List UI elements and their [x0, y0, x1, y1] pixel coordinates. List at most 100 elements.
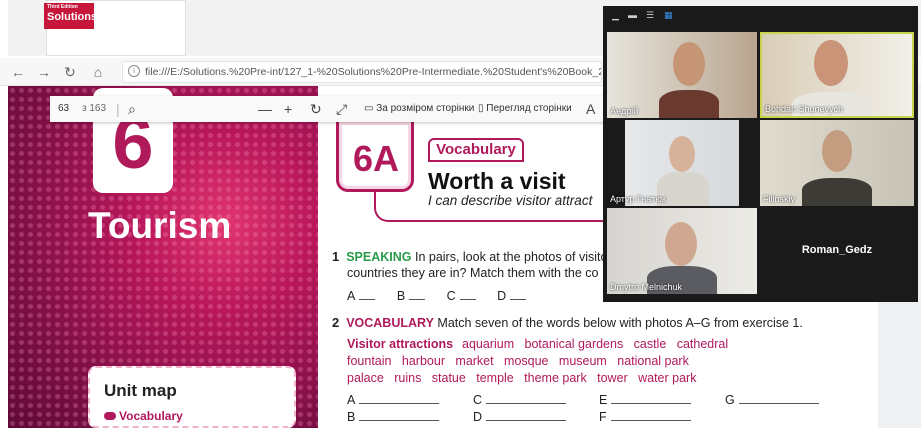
participant-video — [665, 222, 697, 266]
answer-letter: B — [396, 289, 406, 303]
participant-tile[interactable]: Filinskiy — [760, 120, 914, 206]
unit-map-title: Unit map — [104, 381, 177, 400]
answer-g: G — [725, 393, 819, 407]
answer-blank[interactable] — [359, 420, 440, 421]
back-arrow-icon[interactable]: ← — [8, 62, 28, 82]
participant-tile-no-video[interactable]: Roman_Gedz — [760, 208, 914, 294]
participant-name: Артур Гнатюк — [610, 194, 666, 204]
answer-letter: A — [347, 289, 356, 303]
read-aloud-label: A — [586, 101, 596, 117]
lesson-number: 6A — [352, 138, 400, 179]
exercise-2-line: 2 VOCABULARY Match seven of the words be… — [332, 315, 803, 330]
fit-page-icon: ▭ — [364, 103, 374, 114]
page-number-input[interactable]: 63 — [58, 96, 69, 122]
exercise-1-answers: A B C D — [347, 289, 544, 303]
answer-letter: G — [725, 393, 735, 407]
exercise-2-number: 2 — [332, 315, 340, 330]
participant-tile-active[interactable]: Bohdan Shunevych — [760, 32, 914, 118]
answer-letter: C — [446, 289, 456, 303]
answer-blank[interactable] — [486, 403, 567, 404]
lesson-subtitle: I can describe visitor attract — [428, 193, 593, 208]
box-label: Visitor attractions — [347, 337, 454, 351]
answer-blank[interactable] — [359, 299, 376, 300]
fit-page-button[interactable]: ▭ За розміром сторінки — [364, 96, 474, 122]
word-row-1: aquarium botanical gardens castle cathed… — [462, 337, 729, 351]
answer-blank[interactable] — [611, 403, 692, 404]
unit-title: Tourism — [88, 205, 232, 246]
answer-blank[interactable] — [610, 420, 691, 421]
rotate-icon[interactable]: ↻ — [310, 96, 322, 122]
pill-icon — [104, 412, 116, 420]
answer-a: A — [347, 393, 440, 407]
answer-f: F — [599, 410, 691, 424]
answer-e: E — [599, 393, 692, 407]
answer-d: D — [473, 410, 567, 424]
answer-blank[interactable] — [510, 299, 527, 300]
read-aloud-button[interactable]: A — [586, 96, 595, 122]
thumb-edition-text: Third Edition — [47, 4, 78, 10]
toolbar-divider: | — [116, 101, 120, 117]
participant-tile[interactable]: Андрій — [607, 32, 757, 118]
zoom-out-icon[interactable]: — — [258, 96, 272, 122]
answer-letter: B — [347, 410, 356, 424]
exercise-1-line2: countries they are in? Match them with t… — [347, 266, 599, 280]
participant-name: Андрій — [610, 106, 639, 116]
answer-blank[interactable] — [486, 420, 567, 421]
answer-letter: A — [347, 393, 356, 407]
fit-page-label: За розміром сторінки — [376, 103, 475, 114]
info-icon[interactable]: i — [128, 65, 140, 77]
word-row-2: fountain harbour market mosque museum na… — [347, 354, 689, 368]
answer-blank[interactable] — [409, 299, 426, 300]
page-view-icon: ▯ — [478, 103, 484, 114]
unit-map-vocabulary: Vocabulary — [104, 409, 183, 423]
screen: Third Edition Solutions ← → ↻ ⌂ file:///… — [0, 0, 921, 428]
exercise-1-number: 1 — [332, 249, 340, 264]
fullscreen-icon[interactable]: ⤢ — [336, 96, 347, 122]
answer-letter: D — [497, 289, 507, 303]
answer-letter: C — [473, 393, 483, 407]
participant-video — [814, 40, 848, 86]
gallery-view-icon[interactable]: ▦ — [664, 10, 674, 20]
exercise-2-instruction: Match seven of the words below with phot… — [437, 316, 803, 330]
speaking-tag: SPEAKING — [346, 250, 412, 264]
answer-blank[interactable] — [738, 403, 819, 404]
single-view-icon[interactable]: ▬ — [628, 10, 638, 20]
forward-arrow-icon[interactable]: → — [34, 62, 54, 82]
participant-tile[interactable]: Dmytro Melnichuk — [607, 208, 757, 294]
pdf-toolbar: 63 з 163 | ⌕ — + ↻ ⤢ ▭ За розміром сторі… — [50, 96, 610, 122]
home-icon[interactable]: ⌂ — [88, 62, 108, 82]
answer-letter: D — [473, 410, 483, 424]
participant-video — [822, 130, 852, 172]
exercise-1-text1: In pairs, look at the photos of visito — [414, 250, 608, 264]
page-view-button[interactable]: ▯ Перегляд сторінки — [478, 96, 572, 122]
speaker-view-icon[interactable]: ☰ — [646, 10, 656, 20]
url-field[interactable]: file:///E:/Solutions.%20Pre-int/127_1-%2… — [122, 61, 602, 83]
answer-blank[interactable] — [359, 403, 440, 404]
answer-c: C — [473, 393, 567, 407]
participant-video — [802, 178, 872, 206]
participant-name: Bohdan Shunevych — [765, 104, 844, 114]
answer-letter: F — [599, 410, 607, 424]
unit-map-vocab-label: Vocabulary — [119, 409, 183, 423]
participant-name: Filinskiy — [763, 194, 796, 204]
answer-blank[interactable] — [459, 299, 476, 300]
page-view-label: Перегляд сторінки — [486, 103, 572, 114]
answer-letter: E — [599, 393, 608, 407]
search-icon[interactable]: ⌕ — [128, 96, 136, 122]
solutions-logo: Third Edition Solutions — [44, 3, 98, 29]
word-row-3: palace ruins statue temple theme park to… — [347, 371, 697, 385]
minimize-icon[interactable]: ▁ — [612, 10, 622, 20]
lesson-title: Worth a visit — [428, 168, 566, 194]
page-count: з 163 — [82, 103, 107, 114]
vocabulary-tag: VOCABULARY — [346, 316, 434, 330]
thumb-brand-text: Solutions — [47, 11, 98, 23]
participant-name: Dmytro Melnichuk — [610, 282, 683, 292]
participant-name: Roman_Gedz — [801, 244, 873, 256]
refresh-icon[interactable]: ↻ — [60, 62, 80, 82]
lesson-section-tab: Vocabulary — [428, 138, 524, 162]
participant-video — [673, 42, 705, 86]
zoom-in-icon[interactable]: + — [284, 96, 292, 122]
participant-tile[interactable]: Артур Гнатюк — [607, 120, 757, 206]
visitor-attractions-label: Visitor attractions — [347, 337, 453, 351]
exercise-1-line1: 1 SPEAKING In pairs, look at the photos … — [332, 249, 607, 264]
